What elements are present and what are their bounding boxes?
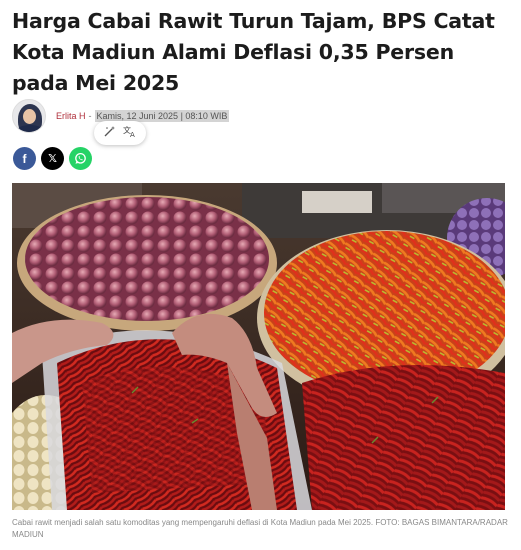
facebook-share-button[interactable]: f: [13, 147, 36, 170]
facebook-icon: f: [22, 151, 27, 166]
article-title: Harga Cabai Rawit Turun Tajam, BPS Catat…: [12, 9, 495, 95]
whatsapp-share-button[interactable]: [69, 147, 92, 170]
x-share-button[interactable]: 𝕏: [41, 147, 64, 170]
translate-icon[interactable]: 文A: [123, 125, 137, 141]
svg-text:A: A: [130, 131, 135, 138]
byline-separator: -: [88, 111, 92, 121]
selection-popup: 文A: [94, 121, 146, 145]
magic-wand-icon[interactable]: [103, 125, 116, 141]
article-photo: [12, 183, 505, 510]
share-buttons: f 𝕏: [13, 147, 92, 170]
whatsapp-icon: [75, 152, 86, 164]
photo-caption: Cabai rawit menjadi salah satu komoditas…: [12, 518, 508, 539]
chili-market-image: [12, 183, 505, 510]
author-avatar[interactable]: [12, 99, 46, 133]
author-name[interactable]: Erlita H: [56, 111, 86, 121]
x-icon: 𝕏: [48, 152, 57, 165]
